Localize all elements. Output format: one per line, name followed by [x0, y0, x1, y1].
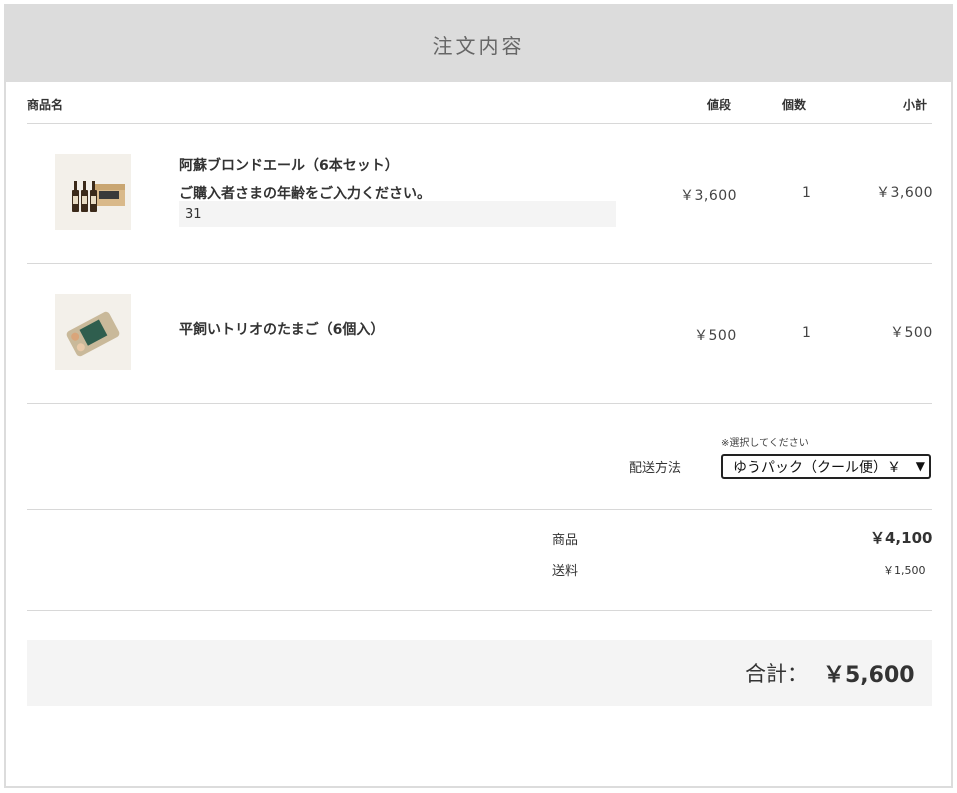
item-qty: 1 — [802, 325, 812, 341]
item-price: ￥500 — [694, 328, 737, 344]
chevron-down-icon: ▼ — [915, 459, 925, 473]
goods-label: 商品 — [552, 533, 579, 548]
order-panel: 注文内容 商品名 値段 個数 小計 阿蘇ブロンドエール（6本セット） ご購入者さ… — [4, 4, 953, 788]
item-age-note: ご購入者さまの年齢をご入力ください。 — [179, 186, 431, 202]
age-input[interactable] — [179, 201, 616, 227]
item-subtotal: ￥3,600 — [876, 185, 934, 201]
item-qty: 1 — [802, 185, 812, 201]
total-label: 合計： — [745, 662, 808, 686]
shipping-selected-value: ゆうパック（クール便）￥ — [733, 459, 901, 476]
total-amount: ￥5,600 — [823, 663, 915, 688]
item-name: 阿蘇ブロンドエール（6本セット） — [179, 158, 399, 174]
beer-bottles-icon — [55, 154, 131, 230]
column-header-subtotal: 小計 — [903, 98, 928, 112]
shipping-fee-label: 送料 — [552, 564, 579, 579]
product-thumbnail-eggs[interactable] — [55, 294, 131, 370]
shipping-label: 配送方法 — [629, 461, 682, 476]
item-divider — [27, 263, 932, 264]
product-thumbnail-beer[interactable] — [55, 154, 131, 230]
goods-total: ￥4,100 — [870, 529, 933, 547]
shipping-method-select[interactable]: ゆうパック（クール便）￥ ▼ — [721, 454, 931, 479]
summary-divider — [27, 610, 932, 611]
header-divider — [27, 123, 932, 124]
item-name: 平飼いトリオのたまご（6個入） — [179, 322, 385, 338]
item-subtotal: ￥500 — [890, 325, 933, 341]
panel-title: 注文内容 — [432, 33, 525, 58]
panel-header: 注文内容 — [6, 6, 951, 82]
column-header-price: 値段 — [707, 98, 732, 112]
column-header-qty: 個数 — [782, 98, 807, 112]
shipping-hint: ※選択してください — [721, 438, 809, 449]
item-price: ￥3,600 — [680, 188, 738, 204]
total-box: 合計： ￥5,600 — [27, 640, 932, 706]
items-end-divider — [27, 403, 932, 404]
column-header-name: 商品名 — [27, 98, 64, 112]
egg-carton-icon — [55, 294, 131, 370]
shipping-fee: ￥1,500 — [883, 564, 926, 577]
shipping-divider — [27, 509, 932, 510]
